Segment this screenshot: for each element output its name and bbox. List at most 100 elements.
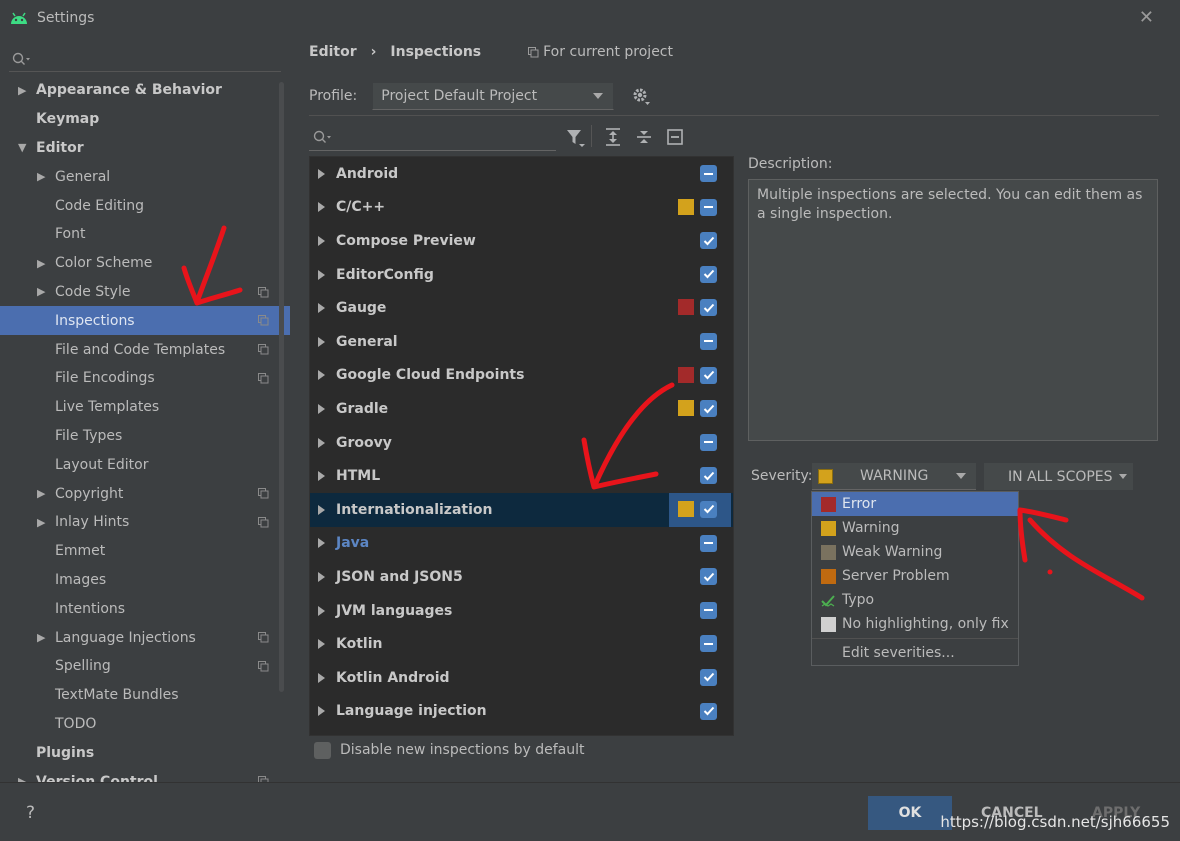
severity-option-error[interactable]: Error <box>812 492 1018 516</box>
chevron-right-icon[interactable] <box>318 370 325 381</box>
severity-option-server-problem[interactable]: Server Problem <box>812 564 1018 588</box>
chevron-right-icon[interactable] <box>318 303 325 314</box>
chevron-right-icon[interactable] <box>318 403 325 414</box>
inspection-group-general[interactable]: General <box>310 325 733 359</box>
collapse-all-icon[interactable] <box>635 127 653 147</box>
checkbox-checked[interactable] <box>700 232 717 250</box>
sidebar-item-file-and-code-templates[interactable]: File and Code Templates <box>0 335 290 364</box>
chevron-right-icon[interactable] <box>318 269 325 280</box>
reset-icon[interactable] <box>666 127 684 147</box>
checkbox-partial[interactable] <box>700 332 717 350</box>
sidebar-item-color-scheme[interactable]: ▶ Color Scheme <box>0 249 290 278</box>
inspection-group-gradle[interactable]: Gradle <box>310 392 733 426</box>
chevron-right-icon[interactable] <box>318 336 325 347</box>
sidebar-item-plugins[interactable]: Plugins <box>0 738 290 767</box>
inspection-group-kotlin[interactable]: Kotlin <box>310 627 733 661</box>
disable-new-inspections-checkbox[interactable]: Disable new inspections by default <box>314 740 584 760</box>
checkbox-checked[interactable] <box>700 400 717 418</box>
severity-option-no-highlighting-only-fix[interactable]: No highlighting, only fix <box>812 612 1018 636</box>
chevron-right-icon[interactable]: ▶ <box>37 631 49 644</box>
checkbox-partial[interactable] <box>700 165 717 182</box>
chevron-right-icon[interactable] <box>318 605 325 616</box>
chevron-right-icon[interactable] <box>318 538 325 549</box>
checkbox-checked[interactable] <box>700 668 717 686</box>
chevron-right-icon[interactable]: ▶ <box>37 285 49 298</box>
checkbox-partial[interactable] <box>700 198 717 216</box>
chevron-right-icon[interactable] <box>318 471 325 482</box>
sidebar-item-textmate-bundles[interactable]: TextMate Bundles <box>0 681 290 710</box>
chevron-right-icon[interactable] <box>318 202 325 213</box>
chevron-down-icon[interactable]: ▼ <box>18 141 30 154</box>
sidebar-item-font[interactable]: Font <box>0 220 290 249</box>
chevron-right-icon[interactable]: ▶ <box>18 775 30 782</box>
chevron-right-icon[interactable] <box>318 168 325 179</box>
chevron-right-icon[interactable]: ▶ <box>37 170 49 183</box>
inspection-group-jvm-languages[interactable]: JVM languages <box>310 594 733 628</box>
inspection-group-editorconfig[interactable]: EditorConfig <box>310 258 733 292</box>
inspection-group-gauge[interactable]: Gauge <box>310 291 733 325</box>
sidebar-item-editor[interactable]: ▼ Editor <box>0 134 290 163</box>
inspection-group-c-c[interactable]: C/C++ <box>310 191 733 225</box>
severity-option-typo[interactable]: Typo <box>812 588 1018 612</box>
chevron-right-icon[interactable] <box>318 571 325 582</box>
severity-option-edit-severities[interactable]: Edit severities... <box>812 641 1018 665</box>
chevron-right-icon[interactable] <box>318 672 325 683</box>
severity-option-weak-warning[interactable]: Weak Warning <box>812 540 1018 564</box>
sidebar-search-input[interactable] <box>9 46 281 72</box>
sidebar-item-spelling[interactable]: Spelling <box>0 652 290 681</box>
sidebar-item-code-style[interactable]: ▶ Code Style <box>0 278 290 307</box>
chevron-right-icon[interactable]: ▶ <box>18 84 30 97</box>
sidebar-item-general[interactable]: ▶ General <box>0 162 290 191</box>
sidebar-item-todo[interactable]: TODO <box>0 710 290 739</box>
breadcrumb-parent[interactable]: Editor <box>309 44 357 60</box>
checkbox-checked[interactable] <box>700 299 717 317</box>
checkbox-checked[interactable] <box>700 500 717 518</box>
inspection-group-language-injection[interactable]: Language injection <box>310 695 733 729</box>
severity-select[interactable]: WARNING <box>812 463 976 490</box>
chevron-right-icon[interactable] <box>318 504 325 515</box>
chevron-right-icon[interactable] <box>318 706 325 717</box>
checkbox-partial[interactable] <box>700 433 717 451</box>
checkbox-checked[interactable] <box>700 702 717 720</box>
checkbox-partial[interactable] <box>700 601 717 619</box>
severity-option-warning[interactable]: Warning <box>812 516 1018 540</box>
checkbox-checked[interactable] <box>700 265 717 283</box>
profile-select[interactable]: Project Default Project <box>372 82 615 110</box>
inspection-group-android[interactable]: Android <box>310 157 733 191</box>
sidebar-item-version-control[interactable]: ▶ Version Control <box>0 767 290 782</box>
chevron-right-icon[interactable] <box>318 437 325 448</box>
sidebar-item-file-encodings[interactable]: File Encodings <box>0 364 290 393</box>
sidebar-item-images[interactable]: Images <box>0 566 290 595</box>
inspection-group-groovy[interactable]: Groovy <box>310 426 733 460</box>
inspection-group-html[interactable]: HTML <box>310 459 733 493</box>
sidebar-item-emmet[interactable]: Emmet <box>0 537 290 566</box>
sidebar-item-inspections[interactable]: Inspections <box>0 306 290 336</box>
inspections-search-input[interactable] <box>309 123 556 151</box>
sidebar-item-appearance-behavior[interactable]: ▶ Appearance & Behavior <box>0 76 290 105</box>
chevron-right-icon[interactable] <box>318 639 325 650</box>
inspection-group-json-and-json5[interactable]: JSON and JSON5 <box>310 560 733 594</box>
chevron-right-icon[interactable]: ▶ <box>37 516 49 529</box>
inspection-group-kotlin-android[interactable]: Kotlin Android <box>310 661 733 695</box>
sidebar-scrollbar[interactable] <box>279 82 284 692</box>
checkbox-checked[interactable] <box>700 568 717 586</box>
help-button[interactable]: ? <box>26 803 35 823</box>
sidebar-item-live-templates[interactable]: Live Templates <box>0 393 290 422</box>
close-icon[interactable]: ✕ <box>1139 7 1154 28</box>
sidebar-item-language-injections[interactable]: ▶ Language Injections <box>0 623 290 652</box>
checkbox-checked[interactable] <box>700 366 717 384</box>
sidebar-item-layout-editor[interactable]: Layout Editor <box>0 450 290 479</box>
sidebar-item-intentions[interactable]: Intentions <box>0 594 290 623</box>
sidebar-item-inlay-hints[interactable]: ▶ Inlay Hints <box>0 508 290 537</box>
chevron-right-icon[interactable]: ▶ <box>37 257 49 270</box>
inspection-group-java[interactable]: Java <box>310 527 733 561</box>
sidebar-item-code-editing[interactable]: Code Editing <box>0 191 290 220</box>
sidebar-item-file-types[interactable]: File Types <box>0 422 290 451</box>
checkbox-partial[interactable] <box>700 534 717 552</box>
checkbox-checked[interactable] <box>700 467 717 485</box>
expand-all-icon[interactable] <box>604 127 622 147</box>
gear-icon[interactable] <box>631 86 651 106</box>
sidebar-item-keymap[interactable]: Keymap <box>0 105 290 134</box>
inspection-group-compose-preview[interactable]: Compose Preview <box>310 224 733 258</box>
sidebar-item-copyright[interactable]: ▶ Copyright <box>0 479 290 508</box>
